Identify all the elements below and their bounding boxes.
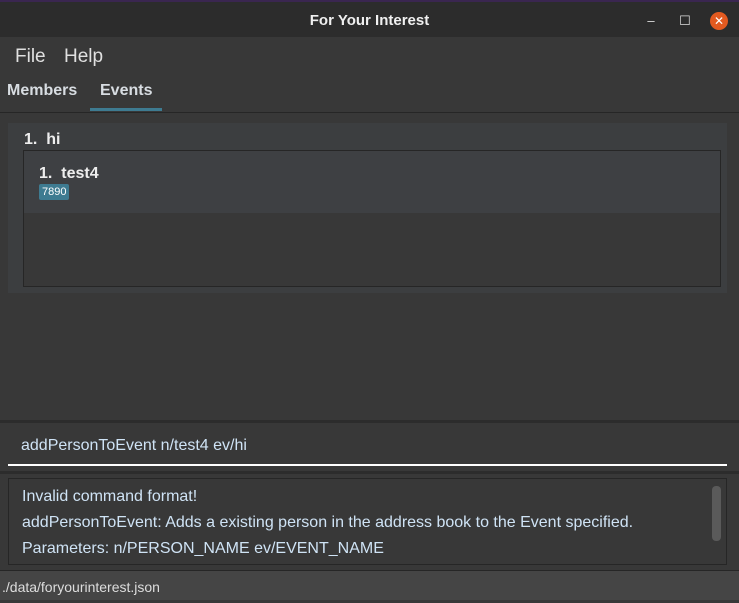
minimize-button[interactable]: – xyxy=(642,12,660,30)
close-button[interactable]: ✕ xyxy=(710,12,728,30)
result-line: Parameters: n/PERSON_NAME ev/EVENT_NAME xyxy=(22,540,384,557)
member-card[interactable]: 1. test4 7890 xyxy=(24,151,720,213)
title-bar: For Your Interest – ☐ ✕ xyxy=(0,0,739,37)
command-input-underline xyxy=(8,464,727,466)
tab-events[interactable]: Events xyxy=(90,82,163,111)
menu-file[interactable]: File xyxy=(15,46,46,68)
member-tag: 7890 xyxy=(39,184,70,200)
event-member-list: 1. test4 7890 xyxy=(23,150,721,287)
window-title: For Your Interest xyxy=(309,12,430,29)
divider xyxy=(0,471,739,474)
result-line: addPersonToEvent: Adds a existing person… xyxy=(22,514,634,531)
tab-bar: Members Events xyxy=(0,75,739,113)
divider xyxy=(0,420,739,423)
result-display: Invalid command format! addPersonToEvent… xyxy=(8,478,727,565)
result-scrollbar[interactable] xyxy=(712,486,721,541)
status-bar: ./data/foryourinterest.json xyxy=(0,570,739,600)
save-location: ./data/foryourinterest.json xyxy=(2,579,160,595)
result-line: Invalid command format! xyxy=(22,488,198,505)
member-name: 1. test4 xyxy=(39,165,99,182)
tab-members[interactable]: Members xyxy=(7,82,77,100)
event-title: 1. hi xyxy=(24,131,61,148)
command-input[interactable]: addPersonToEvent n/test4 ev/hi xyxy=(21,437,247,455)
menu-bar: File Help xyxy=(0,37,739,75)
maximize-button[interactable]: ☐ xyxy=(676,12,694,30)
event-card[interactable]: 1. hi 1. test4 7890 xyxy=(8,123,727,293)
menu-help[interactable]: Help xyxy=(64,46,103,68)
